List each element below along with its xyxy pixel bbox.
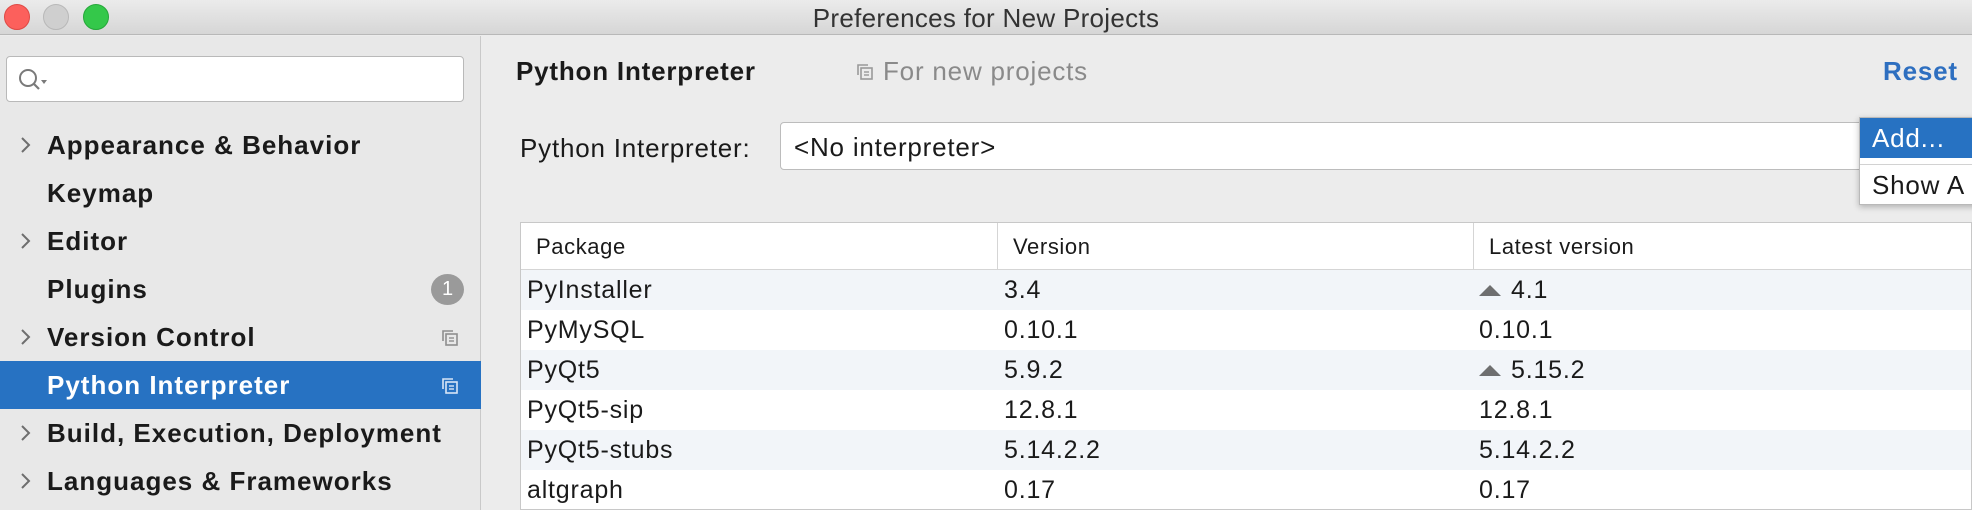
reset-link[interactable]: Reset	[1883, 56, 1958, 87]
sidebar-item-python-interpreter[interactable]: Python Interpreter	[0, 361, 481, 409]
latest-version: 5.15.2	[1479, 350, 1585, 390]
package-version: 0.17	[1004, 476, 1056, 504]
package-version: 0.10.1	[1004, 316, 1079, 344]
scope-indicator: For new projects	[855, 56, 1088, 87]
package-name: altgraph	[527, 476, 624, 504]
chevron-right-icon[interactable]	[16, 327, 36, 347]
table-header: Package Version Latest version	[521, 223, 1971, 270]
latest-version-value: 5.14.2.2	[1479, 436, 1576, 464]
table-row[interactable]: PyInstaller 3.4 4.1	[521, 270, 1971, 310]
table-row[interactable]: PyMySQL 0.10.1 0.10.1	[521, 310, 1971, 350]
scope-label: For new projects	[883, 56, 1088, 86]
sidebar-item-build-execution-deployment[interactable]: Build, Execution, Deployment	[0, 409, 481, 457]
title-bar: Preferences for New Projects	[0, 0, 1972, 35]
sidebar-item-label: Keymap	[47, 177, 155, 208]
search-icon	[19, 69, 47, 90]
column-header-package[interactable]: Package	[521, 223, 997, 270]
latest-version-value: 4.1	[1511, 276, 1549, 304]
package-name: PyQt5-sip	[527, 396, 644, 424]
sidebar-item-version-control[interactable]: Version Control	[0, 313, 481, 361]
sidebar-item-label: Build, Execution, Deployment	[47, 417, 442, 448]
table-row[interactable]: PyQt5-sip 12.8.1 12.8.1	[521, 390, 1971, 430]
table-row[interactable]: altgraph 0.17 0.17	[521, 470, 1971, 509]
latest-version-value: 0.17	[1479, 476, 1531, 504]
package-version: 3.4	[1004, 276, 1042, 304]
sidebar-item-plugins[interactable]: Plugins 1	[0, 265, 481, 313]
latest-version: 0.10.1	[1479, 310, 1553, 350]
add-interpreter-menu-item[interactable]: Add...	[1860, 118, 1972, 158]
sidebar-item-label: Python Interpreter	[47, 369, 291, 400]
latest-version: 0.17	[1479, 470, 1531, 509]
latest-version: 4.1	[1479, 270, 1548, 310]
packages-table: Package Version Latest version PyInstall…	[520, 222, 1972, 510]
chevron-right-icon[interactable]	[16, 423, 36, 443]
chevron-right-icon[interactable]	[16, 231, 36, 251]
chevron-right-icon[interactable]	[16, 471, 36, 491]
sidebar-item-label: Plugins	[47, 273, 148, 304]
sidebar-item-label: Editor	[47, 225, 129, 256]
sidebar-item-label: Appearance & Behavior	[47, 129, 362, 160]
latest-version-value: 5.15.2	[1511, 356, 1586, 384]
page-title: Python Interpreter	[516, 56, 756, 86]
package-name: PyQt5-stubs	[527, 436, 674, 464]
upgrade-arrow-icon	[1479, 364, 1501, 376]
chevron-right-icon[interactable]	[16, 135, 36, 155]
copy-icon	[442, 330, 458, 346]
sidebar-item-label: Languages & Frameworks	[47, 465, 393, 496]
table-row[interactable]: PyQt5 5.9.2 5.15.2	[521, 350, 1971, 390]
interpreter-label: Python Interpreter:	[520, 133, 751, 163]
settings-content-panel: Python Interpreter For new projects Rese…	[482, 36, 1972, 510]
sidebar-item-appearance-behavior[interactable]: Appearance & Behavior	[0, 121, 481, 169]
search-input[interactable]	[6, 56, 464, 102]
package-version: 5.9.2	[1004, 356, 1064, 384]
package-version: 12.8.1	[1004, 396, 1079, 424]
interpreter-options-popup: Add... Show A	[1859, 117, 1972, 205]
copy-icon	[857, 63, 873, 80]
show-all-menu-item[interactable]: Show A	[1860, 165, 1972, 204]
table-body: PyInstaller 3.4 4.1 PyMySQL 0.10.1 0.10.…	[521, 270, 1971, 509]
latest-version: 12.8.1	[1479, 390, 1553, 430]
sidebar-item-label: Version Control	[47, 321, 256, 352]
package-name: PyInstaller	[527, 276, 653, 304]
package-name: PyQt5	[527, 356, 601, 384]
interpreter-value: <No interpreter>	[794, 132, 997, 162]
sidebar-item-languages-frameworks[interactable]: Languages & Frameworks	[0, 457, 481, 505]
column-header-version[interactable]: Version	[997, 223, 1473, 270]
column-header-latest-version[interactable]: Latest version	[1473, 223, 1971, 270]
update-count-badge: 1	[431, 273, 464, 305]
package-name: PyMySQL	[527, 316, 646, 344]
copy-icon	[442, 378, 458, 394]
latest-version-value: 0.10.1	[1479, 316, 1554, 344]
sidebar-item-keymap[interactable]: Keymap	[0, 169, 481, 217]
settings-sidebar: Appearance & Behavior Keymap Editor Plug…	[0, 36, 481, 510]
table-row[interactable]: PyQt5-stubs 5.14.2.2 5.14.2.2	[521, 430, 1971, 470]
upgrade-arrow-icon	[1479, 284, 1501, 296]
sidebar-item-editor[interactable]: Editor	[0, 217, 481, 265]
interpreter-select[interactable]: <No interpreter>	[780, 122, 1972, 170]
latest-version-value: 12.8.1	[1479, 396, 1554, 424]
settings-nav-list: Appearance & Behavior Keymap Editor Plug…	[0, 121, 481, 505]
latest-version: 5.14.2.2	[1479, 430, 1576, 470]
window-title: Preferences for New Projects	[812, 3, 1160, 33]
package-version: 5.14.2.2	[1004, 436, 1101, 464]
